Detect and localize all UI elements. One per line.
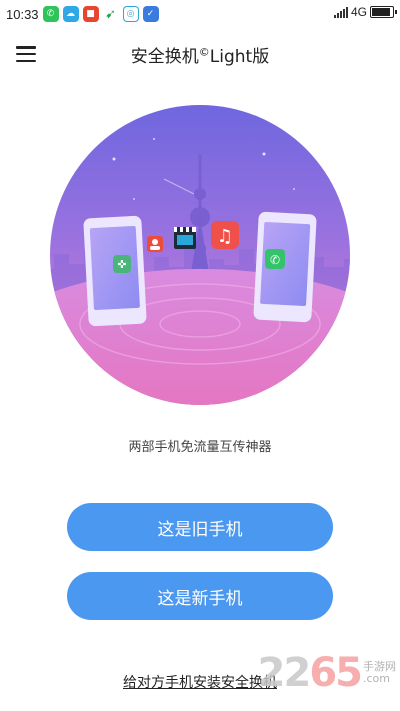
new-phone-button[interactable]: 这是新手机 bbox=[67, 572, 333, 620]
old-phone-graphic: ✜ bbox=[83, 215, 147, 327]
network-type: 4G bbox=[350, 5, 367, 19]
page-title: 安全换机©Light版 bbox=[130, 44, 270, 67]
battery-icon bbox=[370, 6, 397, 18]
status-time: 10:33 bbox=[6, 6, 39, 22]
svg-text:✆: ✆ bbox=[270, 253, 280, 267]
app-header: 安全换机©Light版 bbox=[0, 34, 400, 74]
old-phone-button[interactable]: 这是旧手机 bbox=[67, 503, 333, 551]
signal-icon bbox=[333, 6, 348, 18]
status-bar: 10:33 ✆ ☁ ■ ➹ ◎ ✓ 4G bbox=[0, 0, 400, 28]
music-icon: ♫ bbox=[211, 221, 239, 249]
fish-icon: ➹ bbox=[102, 6, 119, 22]
shield-icon: ✓ bbox=[142, 6, 159, 22]
scan-icon: ◎ bbox=[122, 6, 139, 22]
svg-text:♫: ♫ bbox=[217, 226, 233, 247]
contact-icon bbox=[147, 236, 163, 252]
transfer-illustration: ✜ ✆ ♫ bbox=[44, 99, 356, 411]
tagline: 两部手机免流量互传神器 bbox=[128, 440, 272, 455]
new-phone-graphic: ✆ bbox=[253, 211, 317, 323]
watermark-logo: 2265 手游网 .com bbox=[257, 650, 396, 696]
illustration-svg: ✜ ✆ ♫ bbox=[50, 105, 350, 405]
wechat-icon: ✆ bbox=[42, 6, 59, 22]
svg-text:✜: ✜ bbox=[117, 258, 126, 271]
news-icon: ■ bbox=[82, 6, 99, 22]
menu-icon[interactable] bbox=[14, 44, 38, 64]
status-indicators: 4G bbox=[333, 5, 397, 19]
battery-fill bbox=[372, 8, 390, 16]
video-icon bbox=[174, 227, 196, 249]
cloud-icon: ☁ bbox=[62, 6, 79, 22]
